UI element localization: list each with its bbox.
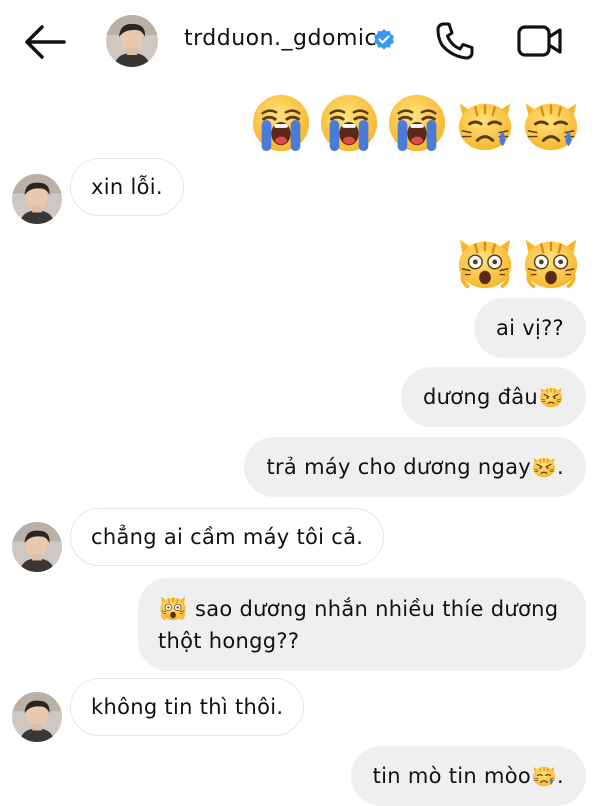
avatar[interactable] xyxy=(106,15,158,67)
chat-header: trdduon._gdomic xyxy=(0,0,600,82)
message-text: trả máy cho dương ngay xyxy=(266,455,532,479)
weary-cat-face-icon xyxy=(454,230,516,292)
message-suffix: . xyxy=(557,455,564,479)
message-incoming[interactable]: xin lỗi. xyxy=(70,158,184,216)
message-text: ai vị?? xyxy=(495,316,564,340)
message-text: chẳng ai cầm máy tôi cả. xyxy=(91,525,364,549)
video-call-button[interactable] xyxy=(516,22,564,60)
back-button[interactable] xyxy=(22,22,68,62)
arrow-left-icon xyxy=(25,25,66,59)
loudly-crying-face-icon xyxy=(250,92,312,154)
message-text: tin mò tin mòo xyxy=(372,764,532,788)
contact-username[interactable]: trdduon._gdomic xyxy=(184,26,377,51)
avatar[interactable] xyxy=(12,522,62,572)
verified-badge-icon xyxy=(372,28,396,52)
message-outgoing[interactable]: sao dương nhắn nhiều thíe dương thột hon… xyxy=(138,578,586,671)
call-button[interactable] xyxy=(434,20,476,62)
loudly-crying-face-icon xyxy=(318,92,380,154)
message-outgoing[interactable]: trả máy cho dương ngay. xyxy=(244,437,586,497)
video-camera-icon xyxy=(517,25,562,57)
crying-cat-face-icon xyxy=(454,92,516,154)
loudly-crying-face-icon xyxy=(386,92,448,154)
message-text: xin lỗi. xyxy=(91,175,163,199)
message-text-line2: thột hongg?? xyxy=(158,629,300,653)
message-text: dương đâu xyxy=(422,385,538,409)
phone-icon xyxy=(436,22,474,60)
message-incoming[interactable]: không tin thì thôi. xyxy=(70,678,305,736)
pouting-cat-face-icon xyxy=(538,383,564,409)
message-outgoing[interactable]: ai vị?? xyxy=(473,298,586,358)
message-outgoing[interactable]: dương đâu xyxy=(400,367,586,427)
avatar[interactable] xyxy=(12,692,62,742)
crying-cat-face-icon xyxy=(520,92,582,154)
crying-cat-face-icon xyxy=(531,762,557,788)
message-incoming[interactable]: chẳng ai cầm máy tôi cả. xyxy=(70,508,385,566)
message-text: không tin thì thôi. xyxy=(91,695,284,719)
pouting-cat-face-icon xyxy=(531,453,557,479)
weary-cat-face-icon xyxy=(158,592,188,622)
weary-cat-face-icon xyxy=(520,230,582,292)
message-text-line1: sao dương nhắn nhiều thíe dương xyxy=(188,597,559,621)
message-suffix: . xyxy=(557,764,564,788)
message-outgoing[interactable]: tin mò tin mòo. xyxy=(350,746,586,806)
avatar[interactable] xyxy=(12,174,62,224)
